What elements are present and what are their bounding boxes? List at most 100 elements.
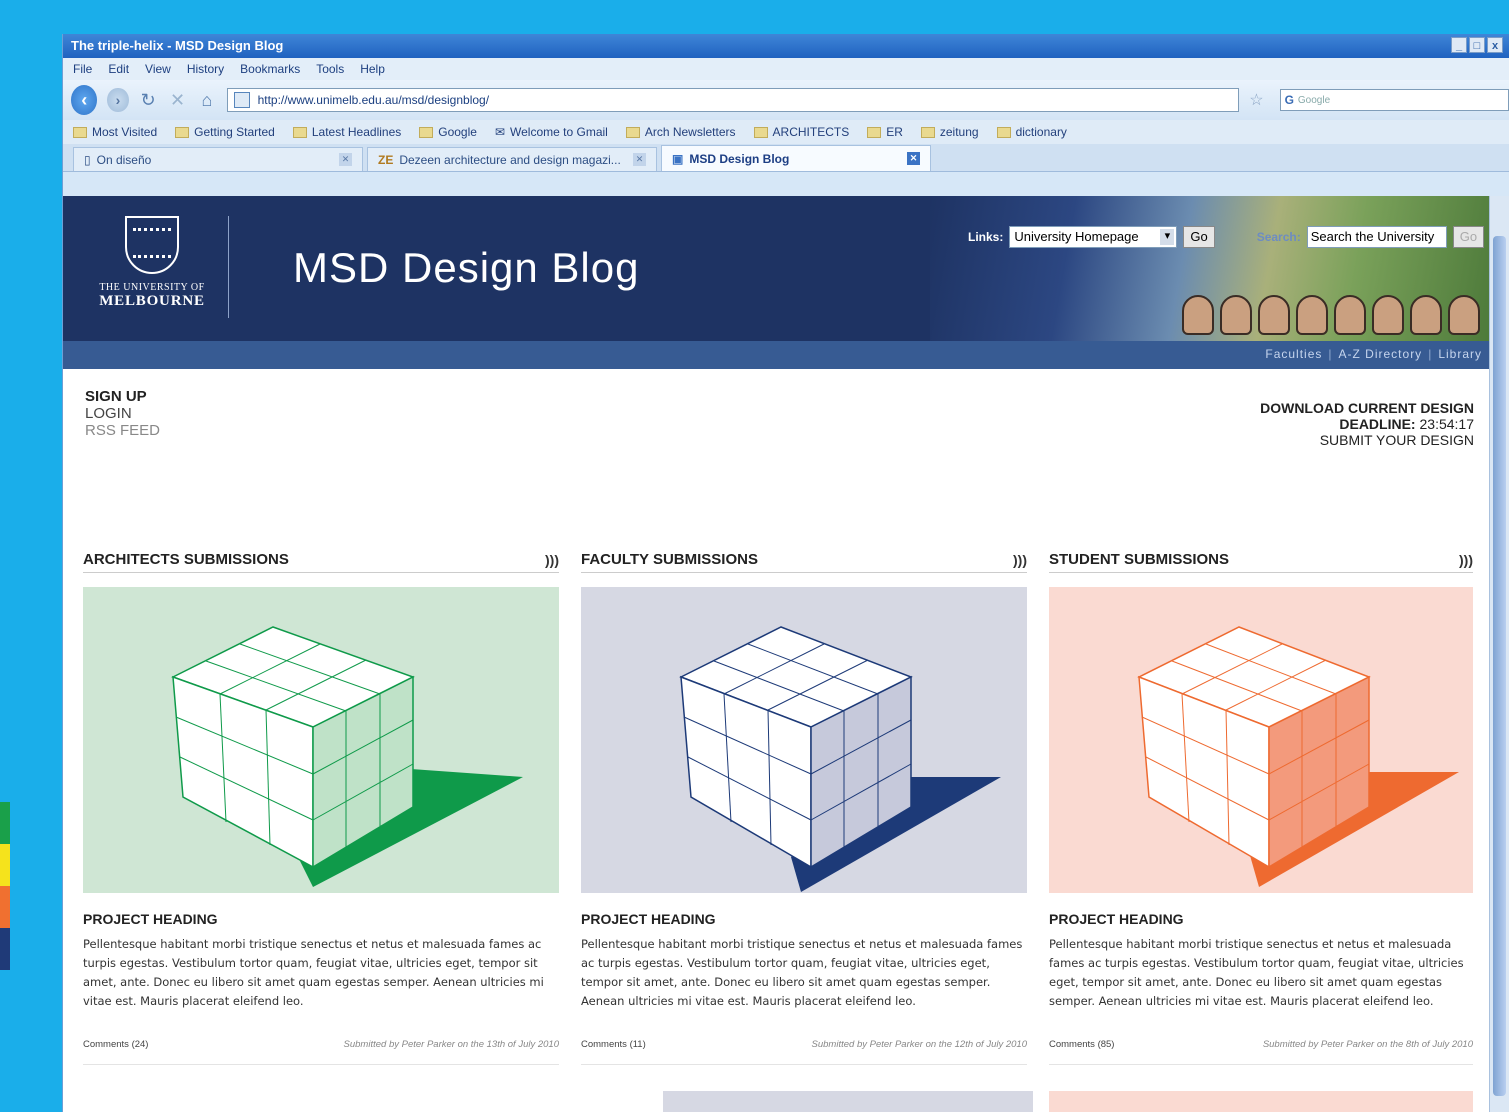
project-description: Pellentesque habitant morbi tristique se… [83, 937, 544, 1008]
university-name-line2: MELBOURNE [99, 293, 205, 309]
link-az-directory[interactable]: A-Z Directory [1339, 347, 1423, 361]
bookmark-architects[interactable]: ARCHITECTS [753, 125, 850, 139]
close-button[interactable]: x [1487, 37, 1503, 53]
search-input[interactable]: G Google [1279, 89, 1509, 111]
menu-file[interactable]: File [73, 58, 92, 80]
menu-edit[interactable]: Edit [108, 58, 129, 80]
forward-arrow-icon: › [115, 92, 121, 108]
menu-view[interactable]: View [145, 58, 171, 80]
bookmark-dictionary[interactable]: dictionary [996, 125, 1067, 139]
menu-history[interactable]: History [187, 58, 224, 80]
bookmark-arch-newsletters[interactable]: Arch Newsletters [625, 125, 736, 139]
site-favicon-icon [233, 92, 250, 108]
project-description: Pellentesque habitant morbi tristique se… [581, 937, 1023, 1008]
vertical-scrollbar[interactable] [1489, 196, 1509, 1112]
stop-icon[interactable]: ✕ [168, 90, 187, 111]
submission-meta: Comments (85) Submitted by Peter Parker … [1049, 1039, 1473, 1050]
folder-icon [867, 126, 882, 138]
reload-icon[interactable]: ↻ [139, 90, 158, 111]
menu-tools[interactable]: Tools [316, 58, 344, 80]
design-panel: DOWNLOAD CURRENT DESIGN DEADLINE: 23:54:… [1260, 400, 1474, 448]
university-logo[interactable]: THE UNIVERSITY OF MELBOURNE [87, 216, 217, 310]
scrollbar-thumb[interactable] [1493, 236, 1506, 1096]
rss-icon[interactable]: ))) [1013, 552, 1027, 568]
next-submission-preview [1049, 1091, 1473, 1112]
bookmark-zeitung[interactable]: zeitung [920, 125, 979, 139]
tab-close-icon[interactable]: ✕ [339, 153, 352, 166]
menu-bookmarks[interactable]: Bookmarks [240, 58, 300, 80]
link-library[interactable]: Library [1438, 347, 1482, 361]
submission-meta: Comments (24) Submitted by Peter Parker … [83, 1039, 559, 1050]
account-links: SIGN UP LOGIN RSS FEED [85, 388, 160, 439]
comments-link[interactable]: Comments (24) [83, 1039, 148, 1050]
login-link[interactable]: LOGIN [85, 405, 160, 422]
bookmark-star-icon[interactable]: ☆ [1249, 90, 1263, 110]
bookmark-gmail[interactable]: ✉ Welcome to Gmail [495, 125, 608, 139]
submit-design-link[interactable]: SUBMIT YOUR DESIGN [1260, 432, 1474, 448]
rss-icon[interactable]: ))) [1459, 552, 1473, 568]
rss-icon[interactable]: ))) [545, 552, 559, 568]
cube-illustration [171, 626, 523, 887]
rss-feed-link[interactable]: RSS FEED [85, 422, 160, 439]
comments-link[interactable]: Comments (11) [581, 1039, 646, 1050]
students-photo [930, 196, 1490, 341]
tab-dezeen[interactable]: ZE Dezeen architecture and design magazi… [367, 147, 657, 171]
bookmark-label: Arch Newsletters [644, 125, 736, 139]
bookmark-latest-headlines[interactable]: Latest Headlines [292, 125, 401, 139]
submission-image[interactable] [581, 587, 1027, 893]
project-heading[interactable]: PROJECT HEADING [581, 911, 1027, 927]
tab-close-icon[interactable]: ✕ [907, 152, 920, 165]
minimize-button[interactable]: _ [1451, 37, 1467, 53]
student-column: STUDENT SUBMISSIONS ))) PROJECT HEADING … [1049, 551, 1473, 1065]
search-go-button[interactable]: Go [1452, 226, 1485, 248]
sign-up-link[interactable]: SIGN UP [85, 388, 160, 405]
bookmark-google[interactable]: Google [419, 125, 477, 139]
links-select[interactable]: University Homepage [1009, 226, 1178, 248]
university-name-line1: THE UNIVERSITY OF [99, 282, 205, 293]
submission-image[interactable] [83, 587, 559, 893]
side-strip-yellow [0, 844, 10, 886]
download-design-link[interactable]: DOWNLOAD CURRENT DESIGN [1260, 400, 1474, 416]
project-description: Pellentesque habitant morbi tristique se… [1049, 937, 1464, 1008]
column-title: STUDENT SUBMISSIONS [1049, 551, 1230, 568]
architects-column: ARCHITECTS SUBMISSIONS ))) PROJECT HEADI… [83, 551, 559, 1065]
title-bar: The triple-helix - MSD Design Blog _ □ x [63, 34, 1509, 58]
project-heading[interactable]: PROJECT HEADING [83, 911, 559, 927]
menu-bar: File Edit View History Bookmarks Tools H… [63, 58, 1509, 80]
back-button[interactable]: ‹ [71, 85, 98, 115]
dezeen-icon: ZE [378, 152, 394, 167]
tab-msd-design-blog[interactable]: ▣ MSD Design Blog ✕ [661, 145, 931, 171]
folder-icon [625, 126, 640, 138]
tab-on-diseno[interactable]: ▯ On diseño ✕ [73, 147, 363, 171]
menu-help[interactable]: Help [360, 58, 385, 80]
cube-illustration [679, 626, 1001, 892]
folder-icon [175, 126, 190, 138]
project-heading[interactable]: PROJECT HEADING [1049, 911, 1473, 927]
face-image [1296, 295, 1328, 335]
links-go-button[interactable]: Go [1183, 226, 1215, 248]
tab-close-icon[interactable]: ✕ [633, 153, 646, 166]
bookmark-getting-started[interactable]: Getting Started [175, 125, 275, 139]
forward-button[interactable]: › [107, 88, 129, 112]
link-faculties[interactable]: Faculties [1265, 347, 1322, 361]
face-image [1448, 295, 1480, 335]
bookmark-label: Getting Started [194, 125, 275, 139]
crest-icon [125, 216, 179, 274]
bookmark-most-visited[interactable]: Most Visited [73, 125, 157, 139]
submission-image[interactable] [1049, 587, 1473, 893]
maximize-button[interactable]: □ [1469, 37, 1485, 53]
page-title: MSD Design Blog [293, 244, 640, 291]
tab-label: Dezeen architecture and design magazi... [399, 152, 621, 167]
bookmark-er[interactable]: ER [867, 125, 903, 139]
face-image [1372, 295, 1404, 335]
submitted-by: Submitted by Peter Parker on the 8th of … [1262, 1039, 1473, 1050]
bookmark-label: ARCHITECTS [772, 125, 850, 139]
bookmark-label: Google [438, 125, 477, 139]
university-search-input[interactable]: Search the University [1306, 226, 1447, 248]
bookmark-label: ER [886, 125, 903, 139]
tab-label: On diseño [96, 152, 152, 167]
comments-link[interactable]: Comments (85) [1049, 1039, 1114, 1050]
home-icon[interactable]: ⌂ [197, 90, 216, 111]
site-favicon-icon: ▣ [672, 151, 684, 166]
address-bar[interactable]: http://www.unimelb.edu.au/msd/designblog… [226, 88, 1240, 112]
